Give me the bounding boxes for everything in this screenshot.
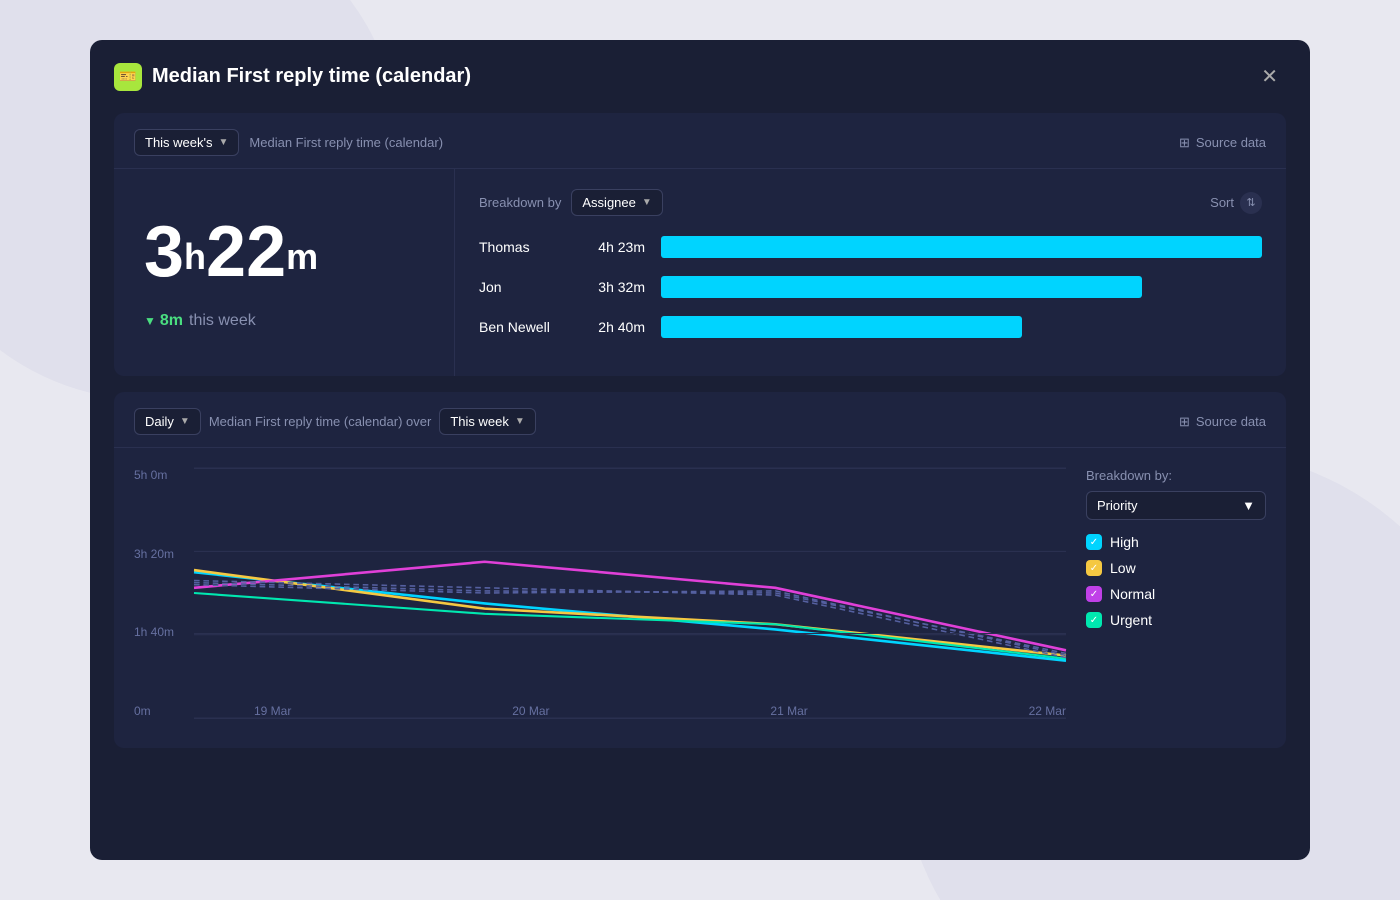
source-data-button-top[interactable]: ⊞ Source data [1179, 135, 1266, 151]
legend-dropdown-value: Priority [1097, 498, 1137, 513]
assignee-name: Jon [479, 279, 569, 295]
metric-sub: ▼ 8m this week [144, 312, 424, 330]
legend-label-low: Low [1110, 560, 1136, 576]
main-modal: 🎫 Median First reply time (calendar) ✕ T… [90, 40, 1310, 860]
bar-track [661, 276, 1262, 298]
legend-checkbox-high[interactable]: ✓ [1086, 534, 1102, 550]
legend-item-high: ✓ High [1086, 534, 1266, 550]
legend-dropdown-chevron: ▼ [1242, 498, 1255, 513]
close-button[interactable]: ✕ [1253, 60, 1286, 93]
bottom-section: Daily ▼ Median First reply time (calenda… [114, 392, 1286, 748]
bar-fill [661, 236, 1262, 258]
chart-area: 5h 0m 3h 20m 1h 40m 0m [134, 468, 1066, 748]
assignee-name: Ben Newell [479, 319, 569, 335]
breakdown-value: Assignee [582, 195, 635, 210]
chart-container: 5h 0m 3h 20m 1h 40m 0m [114, 448, 1286, 748]
legend-label-urgent: Urgent [1110, 612, 1152, 628]
y-label-4: 0m [134, 704, 189, 718]
bar-rows: Thomas 4h 23m Jon 3h 32m B [479, 236, 1262, 338]
modal-header: 🎫 Median First reply time (calendar) ✕ [114, 60, 1286, 93]
grid-line-bottom [194, 718, 1066, 719]
table-icon: ⊞ [1179, 135, 1190, 151]
bar-fill [661, 276, 1142, 298]
breakdown-label: Breakdown by [479, 195, 561, 210]
modal-title-group: 🎫 Median First reply time (calendar) [114, 63, 471, 91]
period-filter-dropdown[interactable]: This week's ▼ [134, 129, 239, 156]
top-section: This week's ▼ Median First reply time (c… [114, 113, 1286, 376]
top-section-header: This week's ▼ Median First reply time (c… [114, 113, 1286, 169]
legend-checkbox-normal[interactable]: ✓ [1086, 586, 1102, 602]
sort-icon: ⇅ [1240, 192, 1262, 214]
x-axis-labels: 19 Mar 20 Mar 21 Mar 22 Mar [254, 694, 1066, 718]
legend-item-normal: ✓ Normal [1086, 586, 1266, 602]
assignee-value: 2h 40m [585, 319, 645, 335]
assignee-value: 4h 23m [585, 239, 645, 255]
x-label-3: 21 Mar [770, 704, 807, 718]
delta-arrow-icon: ▼ [144, 314, 156, 328]
app-icon: 🎫 [114, 63, 142, 91]
y-axis-labels: 5h 0m 3h 20m 1h 40m 0m [134, 468, 189, 718]
grid-line-top [194, 468, 1066, 469]
top-header-left: This week's ▼ Median First reply time (c… [134, 129, 443, 156]
chart-plot: 19 Mar 20 Mar 21 Mar 22 Mar [194, 468, 1066, 718]
breakdown-header: Breakdown by Assignee ▼ Sort ⇅ [479, 189, 1262, 216]
sort-label: Sort [1210, 195, 1234, 210]
grid-line-mid1 [194, 551, 1066, 552]
chart-svg [194, 468, 1066, 718]
legend-label-normal: Normal [1110, 586, 1155, 602]
breakdown-dropdown[interactable]: Assignee ▼ [571, 189, 662, 216]
range-dropdown-chevron: ▼ [515, 416, 525, 427]
range-dropdown-value: This week [450, 414, 509, 429]
legend-checkbox-urgent[interactable]: ✓ [1086, 612, 1102, 628]
legend-item-urgent: ✓ Urgent [1086, 612, 1266, 628]
chart-legend: Breakdown by: Priority ▼ ✓ High ✓ Low ✓ … [1066, 468, 1266, 748]
big-metric-value: 3h22m [144, 216, 424, 288]
bottom-header-left: Daily ▼ Median First reply time (calenda… [134, 408, 536, 435]
grid-line-mid2 [194, 633, 1066, 634]
metric-panel: 3h22m ▼ 8m this week [114, 169, 454, 376]
period-filter-label: This week's [145, 135, 213, 150]
top-section-subtitle: Median First reply time (calendar) [249, 135, 443, 150]
legend-item-low: ✓ Low [1086, 560, 1266, 576]
table-icon-bottom: ⊞ [1179, 414, 1190, 430]
range-dropdown[interactable]: This week ▼ [439, 408, 535, 435]
source-data-button-bottom[interactable]: ⊞ Source data [1179, 414, 1266, 430]
chart-subtitle: Median First reply time (calendar) over [209, 414, 432, 429]
table-row: Jon 3h 32m [479, 276, 1262, 298]
metric-week-label: this week [189, 312, 256, 330]
normal-line [194, 562, 1066, 651]
y-label-2: 3h 20m [134, 547, 189, 561]
x-label-4: 22 Mar [1029, 704, 1066, 718]
legend-label-high: High [1110, 534, 1139, 550]
assignee-value: 3h 32m [585, 279, 645, 295]
breakdown-controls: Breakdown by Assignee ▼ [479, 189, 663, 216]
x-label-1: 19 Mar [254, 704, 291, 718]
legend-header: Breakdown by: [1086, 468, 1266, 483]
period-dropdown[interactable]: Daily ▼ [134, 408, 201, 435]
y-label-1: 5h 0m [134, 468, 189, 482]
delta-value: 8m [160, 312, 183, 330]
legend-checkbox-low[interactable]: ✓ [1086, 560, 1102, 576]
metric-delta: ▼ 8m [144, 312, 183, 330]
period-dropdown-chevron: ▼ [180, 416, 190, 427]
assignee-name: Thomas [479, 239, 569, 255]
period-filter-chevron: ▼ [219, 137, 229, 148]
legend-breakdown-dropdown[interactable]: Priority ▼ [1086, 491, 1266, 520]
bottom-section-header: Daily ▼ Median First reply time (calenda… [114, 392, 1286, 448]
bar-fill [661, 316, 1022, 338]
bar-track [661, 316, 1262, 338]
period-dropdown-value: Daily [145, 414, 174, 429]
table-row: Thomas 4h 23m [479, 236, 1262, 258]
y-label-3: 1h 40m [134, 625, 189, 639]
x-label-2: 20 Mar [512, 704, 549, 718]
bar-track [661, 236, 1262, 258]
sort-button[interactable]: Sort ⇅ [1210, 192, 1262, 214]
modal-title: Median First reply time (calendar) [152, 65, 471, 88]
breakdown-panel: Breakdown by Assignee ▼ Sort ⇅ Thomas [454, 169, 1286, 376]
top-section-body: 3h22m ▼ 8m this week Breakdown by As [114, 169, 1286, 376]
table-row: Ben Newell 2h 40m [479, 316, 1262, 338]
breakdown-chevron: ▼ [642, 197, 652, 208]
